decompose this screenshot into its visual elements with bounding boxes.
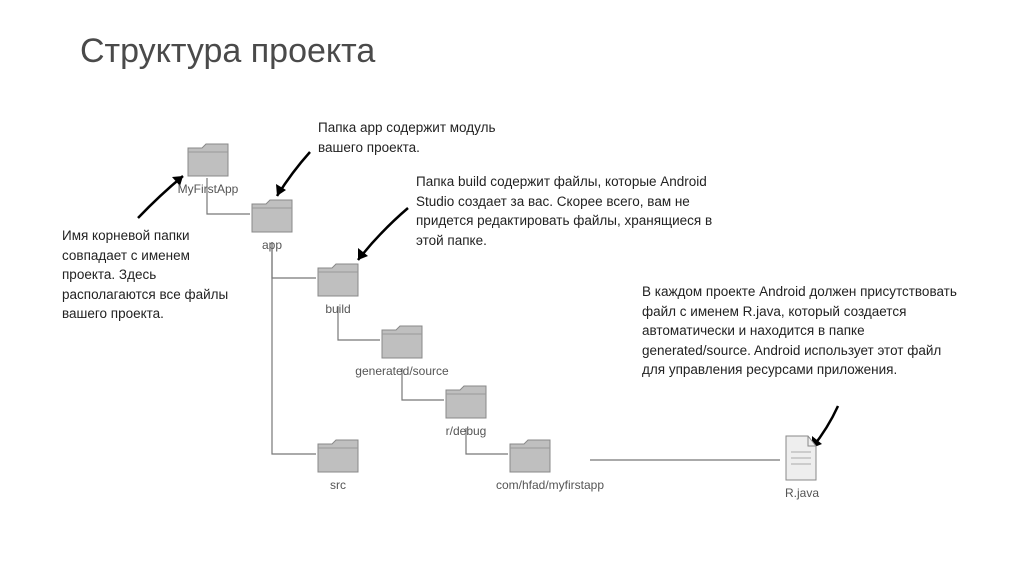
folder-generated: [380, 324, 424, 360]
folder-root: [186, 142, 230, 178]
folder-src-label: src: [278, 478, 398, 492]
folder-comhfad: [508, 438, 552, 474]
annotation-app: Папка app содержит модуль вашего проекта…: [318, 118, 538, 157]
folder-root-label: MyFirstApp: [148, 182, 268, 196]
file-rjava-label: R.java: [742, 486, 862, 500]
folder-build-label: build: [278, 302, 398, 316]
file-rjava: [782, 434, 820, 482]
folder-rdebug: [444, 384, 488, 420]
annotation-build: Папка build содержит файлы, которые Andr…: [416, 172, 716, 250]
annotation-root: Имя корневой папки совпадает с именем пр…: [62, 226, 242, 324]
folder-generated-label: generated/source: [342, 364, 462, 378]
folder-src: [316, 438, 360, 474]
folder-rdebug-label: r/debug: [406, 424, 526, 438]
folder-app: [250, 198, 294, 234]
folder-build: [316, 262, 360, 298]
page-title: Структура проекта: [80, 32, 375, 71]
folder-comhfad-label: com/hfad/myfirstapp: [470, 478, 630, 492]
annotation-rjava: В каждом проекте Android должен присутст…: [642, 282, 962, 380]
